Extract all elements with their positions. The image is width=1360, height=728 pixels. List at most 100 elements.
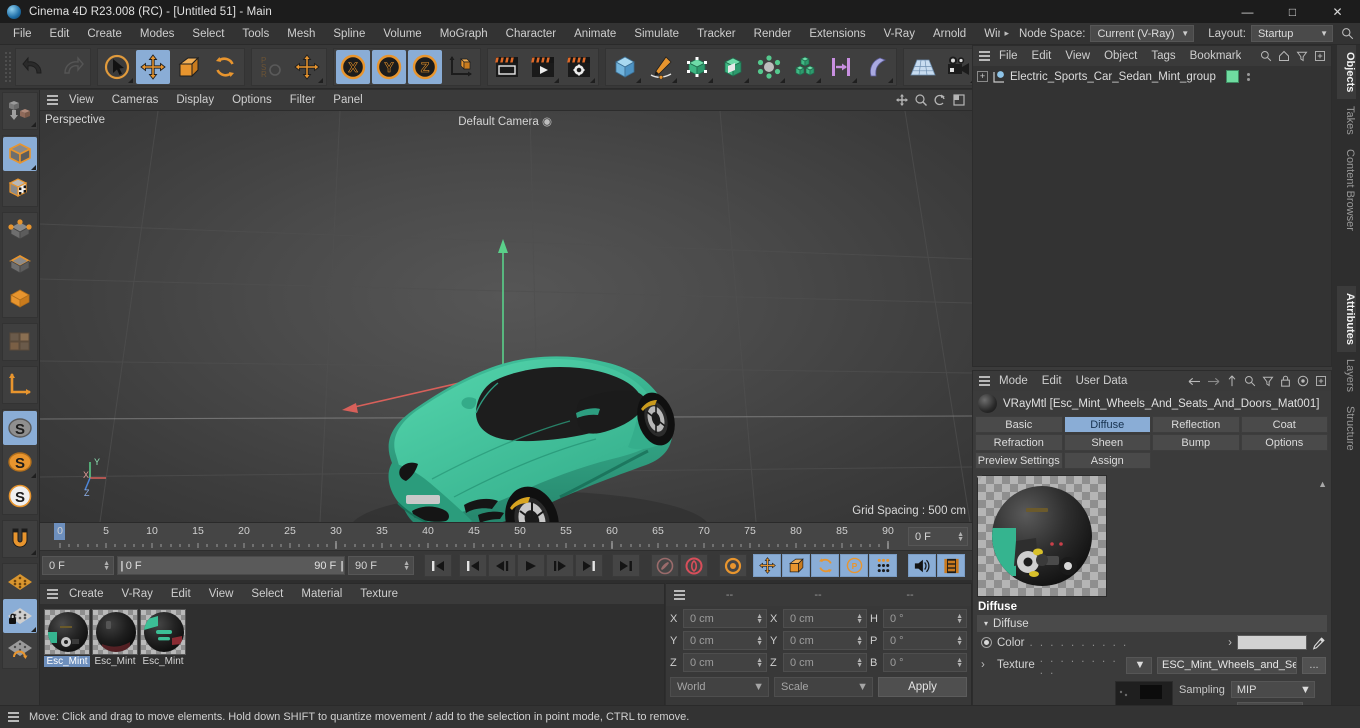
menu-item-modes[interactable]: Modes xyxy=(131,23,184,45)
world-axis-button[interactable]: S xyxy=(3,479,37,513)
menu-item-render[interactable]: Render xyxy=(745,23,801,45)
viewport-menu-display[interactable]: Display xyxy=(167,90,223,111)
material-item[interactable]: Esc_Mint xyxy=(44,609,90,667)
object-menu-bookmarks[interactable]: Bookmarks xyxy=(1183,46,1241,66)
search-icon[interactable] xyxy=(1341,27,1354,40)
range-grip-right-icon[interactable]: || xyxy=(340,560,343,572)
add-spline-button[interactable] xyxy=(644,50,678,84)
back-arrow-icon[interactable] xyxy=(1188,376,1201,387)
texture-name-field[interactable]: ESC_Mint_Wheels_and_Seat xyxy=(1157,656,1297,674)
spinner-icon[interactable]: ▲▼ xyxy=(756,635,763,647)
viewport-menu-view[interactable]: View xyxy=(60,90,103,111)
vtab-takes[interactable]: Takes xyxy=(1337,99,1356,142)
go-to-previous-key-button[interactable] xyxy=(459,554,487,577)
range-grip-left-icon[interactable]: || xyxy=(120,560,123,572)
go-to-end-button[interactable] xyxy=(612,554,640,577)
object-menu-file[interactable]: File xyxy=(992,46,1025,66)
preview-range-bar[interactable]: || 0 F 90 F || xyxy=(117,556,345,575)
vtab-attributes[interactable]: Attributes xyxy=(1337,286,1356,352)
material-menu-texture[interactable]: Texture xyxy=(351,584,407,604)
hamburger-icon[interactable] xyxy=(45,589,60,599)
tab-options[interactable]: Options xyxy=(1240,434,1328,451)
timeline-ruler[interactable]: 0 5 10 15 20 25 30 35 40 45 50 55 60 65 … xyxy=(40,523,972,551)
texture-browse-button[interactable]: ... xyxy=(1302,656,1326,674)
material-menu-edit[interactable]: Edit xyxy=(162,584,200,604)
render-view-button[interactable] xyxy=(490,50,524,84)
workplane-button[interactable] xyxy=(3,565,37,599)
maximize-button[interactable]: □ xyxy=(1270,0,1315,23)
keyframe-selection-button[interactable] xyxy=(719,554,747,577)
live-selection-tool[interactable] xyxy=(100,50,134,84)
zoom-viewport-icon[interactable] xyxy=(915,94,927,106)
vtab-content-browser[interactable]: Content Browser xyxy=(1337,142,1356,238)
position-key-button[interactable] xyxy=(753,554,781,577)
material-swatch[interactable] xyxy=(44,609,90,655)
subsection-header[interactable]: ▾ Diffuse xyxy=(977,615,1327,632)
make-editable-button[interactable] xyxy=(3,94,37,128)
size-y-field[interactable]: 0 cm ▲ ▼ xyxy=(783,631,867,650)
toolbar-drag-handle[interactable] xyxy=(4,50,12,83)
menu-item-volume[interactable]: Volume xyxy=(374,23,430,45)
menu-item-tracker[interactable]: Tracker xyxy=(688,23,745,45)
filter-icon[interactable] xyxy=(1296,50,1308,62)
point-level-animation-button[interactable] xyxy=(869,554,897,577)
go-to-next-key-button[interactable] xyxy=(575,554,603,577)
world-object-coordinates-button[interactable] xyxy=(444,50,478,84)
spinner-icon[interactable]: ▲▼ xyxy=(756,657,763,669)
layout-dropdown[interactable]: Startup ▼ xyxy=(1250,25,1333,42)
psr-tool[interactable]: PSR xyxy=(254,50,288,84)
menu-item-window[interactable]: Wind xyxy=(975,23,1000,45)
filter-icon[interactable] xyxy=(1262,375,1274,387)
object-row-group[interactable]: + Electric_Sports_Car_Sedan_Mint_group xyxy=(973,68,1331,85)
param-key-button[interactable]: P xyxy=(840,554,868,577)
go-to-start-button[interactable] xyxy=(424,554,452,577)
lock-y-axis-button[interactable]: YY xyxy=(372,49,406,84)
apply-button[interactable]: Apply xyxy=(878,677,967,697)
tab-coat[interactable]: Coat xyxy=(1240,416,1328,433)
render-settings-button[interactable] xyxy=(562,50,596,84)
lock-icon[interactable] xyxy=(1280,375,1291,387)
enable-axis-modification-button[interactable]: S xyxy=(2,411,37,445)
tab-refraction[interactable]: Refraction xyxy=(975,434,1063,451)
plus-icon[interactable] xyxy=(1315,375,1327,387)
viewport-3d[interactable]: Perspective Default Camera ◉ Grid Spacin… xyxy=(40,111,972,522)
current-frame-field-top[interactable]: 0 F ▲ ▼ xyxy=(908,527,968,546)
polygons-mode-button[interactable] xyxy=(3,282,37,316)
vtab-objects[interactable]: Objects xyxy=(1337,45,1356,100)
camera-small-icon[interactable]: ◉ xyxy=(542,116,552,128)
menu-item-simulate[interactable]: Simulate xyxy=(625,23,688,45)
plus-icon[interactable] xyxy=(1314,50,1326,62)
add-camera-button[interactable] xyxy=(942,50,976,84)
end-frame-field[interactable]: 90 F ▲ ▼ xyxy=(348,556,414,575)
object-menu-object[interactable]: Object xyxy=(1097,46,1144,66)
forward-arrow-icon[interactable] xyxy=(1207,376,1220,387)
workplane-rotate-button[interactable] xyxy=(3,633,37,667)
environment-button[interactable] xyxy=(752,50,786,84)
material-swatch[interactable] xyxy=(140,609,186,655)
sound-button[interactable] xyxy=(908,554,936,577)
snap-magnet-button[interactable] xyxy=(3,522,37,556)
object-menu-edit[interactable]: Edit xyxy=(1025,46,1059,66)
render-to-picture-viewer-button[interactable] xyxy=(526,50,560,84)
node-space-dropdown[interactable]: Current (V-Ray) ▼ xyxy=(1090,25,1195,42)
material-menu-create[interactable]: Create xyxy=(60,584,113,604)
hamburger-icon[interactable] xyxy=(672,590,687,600)
search-icon[interactable] xyxy=(1260,50,1272,62)
tab-sheen[interactable]: Sheen xyxy=(1063,434,1151,451)
material-menu-select[interactable]: Select xyxy=(242,584,292,604)
target-icon[interactable] xyxy=(1297,375,1309,387)
coordinate-system-dropdown[interactable]: World ▼ xyxy=(670,677,769,697)
maximize-viewport-icon[interactable] xyxy=(953,94,965,106)
spinner-icon[interactable]: ▲▼ xyxy=(956,613,963,625)
hamburger-icon[interactable] xyxy=(6,712,21,722)
object-axis-button[interactable]: S xyxy=(3,445,37,479)
axis-mode-button[interactable] xyxy=(3,368,37,402)
pos-z-field[interactable]: 0 cm ▲ ▼ xyxy=(683,653,767,672)
collapse-arrow-icon[interactable]: ▼ xyxy=(975,473,1329,483)
minimize-button[interactable]: — xyxy=(1225,0,1270,23)
tab-bump[interactable]: Bump xyxy=(1152,434,1240,451)
menu-item-arnold[interactable]: Arnold xyxy=(924,23,975,45)
tab-basic[interactable]: Basic xyxy=(975,416,1063,433)
eyedropper-icon[interactable] xyxy=(1312,636,1326,650)
pos-y-field[interactable]: 0 cm ▲ ▼ xyxy=(683,631,767,650)
